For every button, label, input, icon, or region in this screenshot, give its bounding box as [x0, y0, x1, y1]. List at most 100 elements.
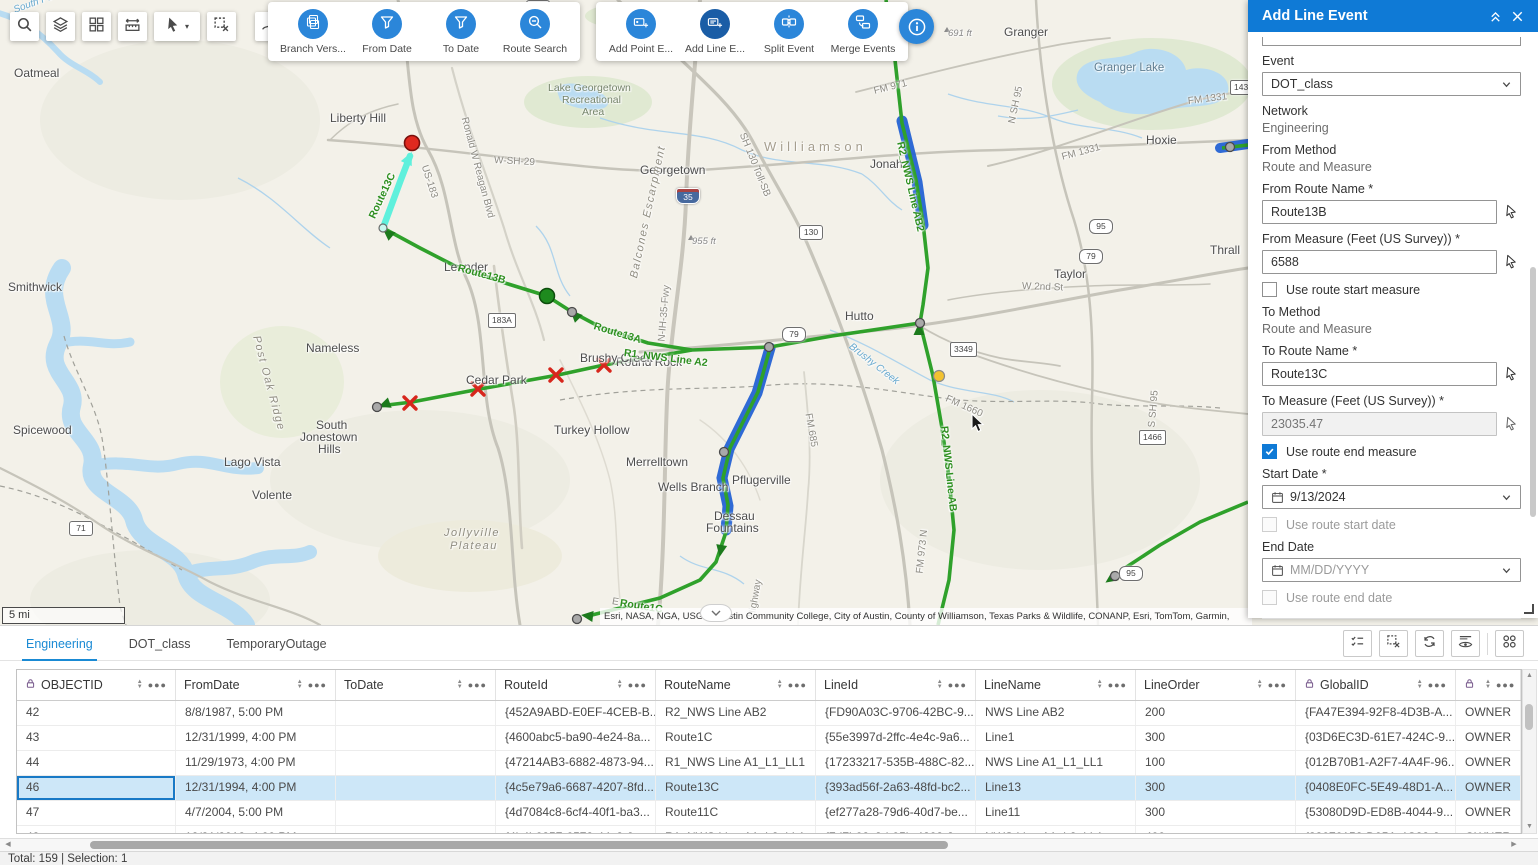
use-route-start-measure-checkbox[interactable]	[1262, 282, 1277, 297]
tab-dot_class[interactable]: DOT_class	[129, 626, 191, 661]
table-cell[interactable]	[336, 776, 496, 800]
table-cell[interactable]: R1_NWS Line A1_L2_LL1	[656, 826, 816, 834]
clear-selection-tool-button[interactable]	[207, 12, 236, 41]
table-cell[interactable]: OWNER	[1456, 751, 1521, 775]
use-route-end-measure-checkbox[interactable]	[1262, 444, 1277, 459]
sort-icon[interactable]: ▲▼	[1485, 680, 1491, 690]
column-menu-icon[interactable]: ●●●	[1428, 680, 1447, 690]
table-cell[interactable]: {33070152-D05A-4C88-9...	[1296, 826, 1456, 834]
table-cell[interactable]: Line11	[976, 801, 1136, 825]
table-cell[interactable]: {4c5e79a6-6687-4207-8fd...	[496, 776, 656, 800]
column-menu-icon[interactable]: ●●●	[1268, 680, 1287, 690]
table-cell[interactable]	[336, 826, 496, 834]
table-cell[interactable]: {03D6EC3D-61E7-424C-9...	[1296, 726, 1456, 750]
close-panel-button[interactable]	[1506, 5, 1528, 27]
table-cell[interactable]: OWNER	[1456, 726, 1521, 750]
table-cell[interactable]: {7d7b02c8-b05b-4808-8...	[816, 826, 976, 834]
table-cell[interactable]	[336, 726, 496, 750]
table-cell[interactable]: 42	[17, 701, 176, 725]
column-header-create[interactable]: create▲▼●●●	[1456, 670, 1521, 700]
panel-resize-handle[interactable]	[1524, 604, 1534, 614]
table-vertical-scrollbar[interactable]: ▲ ▼	[1522, 669, 1537, 834]
layers-tool-button[interactable]	[46, 12, 75, 41]
event-select[interactable]: DOT_class	[1262, 72, 1521, 96]
column-header-routename[interactable]: RouteName▲▼●●●	[656, 670, 816, 700]
basemap-gallery-tool-button[interactable]	[82, 12, 111, 41]
table-cell[interactable]: 47	[17, 801, 176, 825]
table-cell[interactable]: 43	[17, 726, 176, 750]
sort-icon[interactable]: ▲▼	[297, 680, 303, 690]
table-cell[interactable]: {012B70B1-A2F7-4A4F-96...	[1296, 751, 1456, 775]
table-cell[interactable]: NWS Line A1_L1_LL1	[976, 751, 1136, 775]
table-cell[interactable]: Route1C	[656, 726, 816, 750]
column-menu-icon[interactable]: ●●●	[468, 680, 487, 690]
table-cell[interactable]: {ef277a28-79d6-40d7-be...	[816, 801, 976, 825]
column-menu-icon[interactable]: ●●●	[1496, 680, 1515, 690]
table-row[interactable]: 428/8/1987, 5:00 PM{452A9ABD-E0EF-4CEB-B…	[17, 701, 1521, 726]
table-cell[interactable]: OWNER	[1456, 826, 1521, 834]
sort-icon[interactable]: ▲▼	[1417, 680, 1423, 690]
table-cell[interactable]: {47214AB3-6882-4873-94...	[496, 751, 656, 775]
table-cell[interactable]: {4600abc5-ba90-4e24-8a...	[496, 726, 656, 750]
sort-icon[interactable]: ▲▼	[137, 680, 143, 690]
table-cell[interactable]: 46	[17, 776, 176, 800]
sort-icon[interactable]: ▲▼	[937, 680, 943, 690]
hide-fields-button[interactable]	[1451, 630, 1480, 657]
sort-icon[interactable]: ▲▼	[1257, 680, 1263, 690]
table-cell[interactable]: {53080D9D-ED8B-4044-9...	[1296, 801, 1456, 825]
select-tool-button[interactable]: ▾	[154, 12, 200, 41]
column-header-lineid[interactable]: LineId▲▼●●●	[816, 670, 976, 700]
column-menu-icon[interactable]: ●●●	[948, 680, 967, 690]
tab-engineering[interactable]: Engineering	[26, 626, 93, 661]
add-line-e-button[interactable]: Add Line E...	[678, 9, 752, 55]
column-header-routeid[interactable]: RouteId▲▼●●●	[496, 670, 656, 700]
measure-tool-button[interactable]	[118, 12, 147, 41]
sort-icon[interactable]: ▲▼	[1097, 680, 1103, 690]
add-point-e-button[interactable]: Add Point E...	[604, 9, 678, 55]
table-cell[interactable]: {FA47E394-92F8-4D3B-A...	[1296, 701, 1456, 725]
table-cell[interactable]	[336, 751, 496, 775]
table-row[interactable]: 4612/31/1994, 4:00 PM{4c5e79a6-6687-4207…	[17, 776, 1521, 801]
clear-table-selection-button[interactable]	[1379, 630, 1408, 657]
table-cell[interactable]: {393ad56f-2a63-48fd-bc2...	[816, 776, 976, 800]
end-date-picker[interactable]: MM/DD/YYYY	[1262, 558, 1521, 582]
table-cell[interactable]: R2_NWS Line AB2	[656, 701, 816, 725]
table-options-button[interactable]	[1495, 630, 1524, 657]
column-header-fromdate[interactable]: FromDate▲▼●●●	[176, 670, 336, 700]
table-cell[interactable]	[336, 801, 496, 825]
table-cell[interactable]	[336, 701, 496, 725]
table-cell[interactable]: 8/8/1987, 5:00 PM	[176, 701, 336, 725]
table-cell[interactable]: NWS Line AB2	[976, 701, 1136, 725]
column-header-lineorder[interactable]: LineOrder▲▼●●●	[1136, 670, 1296, 700]
table-cell[interactable]: OWNER	[1456, 801, 1521, 825]
to-date-button[interactable]: To Date	[424, 9, 498, 55]
sort-icon[interactable]: ▲▼	[617, 680, 623, 690]
table-cell[interactable]: 300	[1136, 726, 1296, 750]
table-row[interactable]: 4411/29/1973, 4:00 PM{47214AB3-6882-4873…	[17, 751, 1521, 776]
table-cell[interactable]: 12/31/2012, 4:00 PM	[176, 826, 336, 834]
column-header-objectid[interactable]: OBJECTID▲▼●●●	[17, 670, 176, 700]
table-row[interactable]: 4312/31/1999, 4:00 PM{4600abc5-ba90-4e24…	[17, 726, 1521, 751]
refresh-button[interactable]	[1415, 630, 1444, 657]
select-measure-on-map-icon[interactable]	[1504, 416, 1521, 433]
attribution-collapse-button[interactable]	[700, 604, 732, 622]
table-cell[interactable]: Line13	[976, 776, 1136, 800]
branch-vers-button[interactable]: Branch Vers...	[276, 9, 350, 55]
show-selected-records-button[interactable]	[1343, 630, 1372, 657]
column-header-todate[interactable]: ToDate▲▼●●●	[336, 670, 496, 700]
vertical-scroll-thumb[interactable]	[1525, 704, 1533, 730]
merge-events-button[interactable]: Merge Events	[826, 9, 900, 55]
table-cell[interactable]: Route13C	[656, 776, 816, 800]
panel-scrollbar[interactable]	[1530, 267, 1536, 517]
select-measure-on-map-icon[interactable]	[1504, 254, 1521, 271]
from-date-button[interactable]: From Date	[350, 9, 424, 55]
table-cell[interactable]: {0408E0FC-5E49-48D1-A...	[1296, 776, 1456, 800]
table-cell[interactable]: 200	[1136, 701, 1296, 725]
table-cell[interactable]: 100	[1136, 751, 1296, 775]
tab-temporaryoutage[interactable]: TemporaryOutage	[227, 626, 327, 661]
from-route-name-input[interactable]	[1262, 200, 1497, 224]
table-cell[interactable]: Route11C	[656, 801, 816, 825]
table-cell[interactable]: 44	[17, 751, 176, 775]
column-menu-icon[interactable]: ●●●	[148, 680, 167, 690]
table-cell[interactable]: {55e3997d-2ffc-4e4c-9a6...	[816, 726, 976, 750]
